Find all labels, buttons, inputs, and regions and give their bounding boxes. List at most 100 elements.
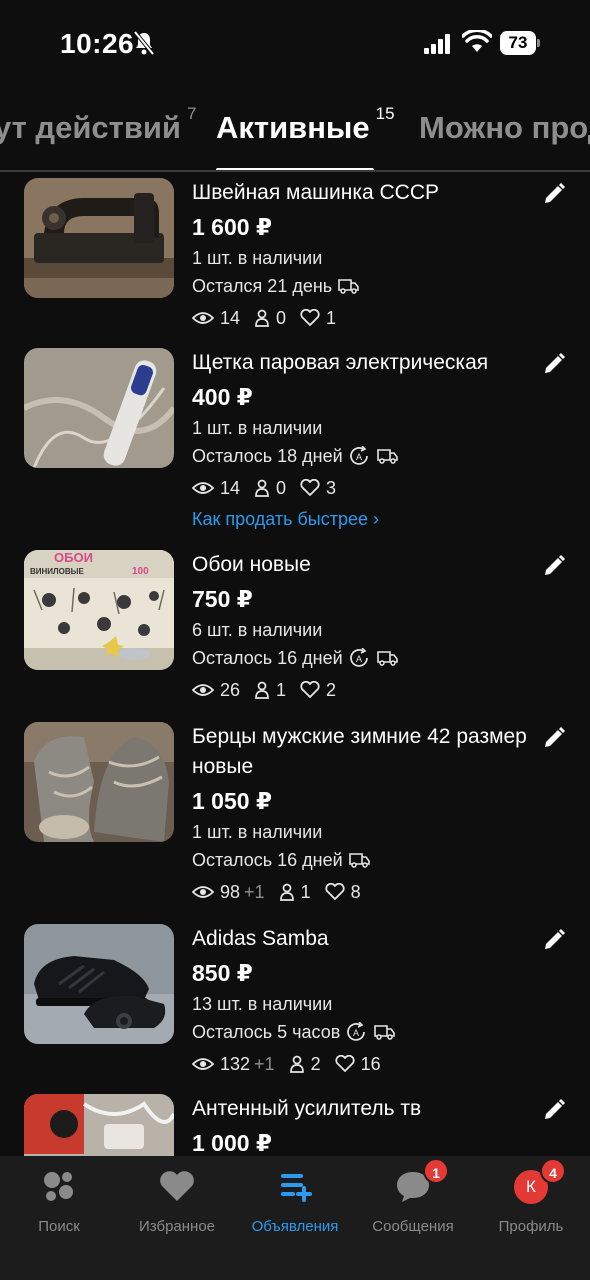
favorites-count: 1 xyxy=(326,308,337,328)
listing-price: 1 600 ₽ xyxy=(192,214,272,240)
listing-thumbnail[interactable] xyxy=(24,924,174,1044)
edit-pencil-icon[interactable] xyxy=(542,182,566,206)
listing-thumbnail[interactable] xyxy=(24,1094,174,1156)
eye-icon xyxy=(192,886,214,898)
status-bar: 10:26 73 xyxy=(0,0,590,90)
edit-pencil-icon[interactable] xyxy=(542,1098,566,1122)
heart-icon xyxy=(335,1055,355,1072)
nav-label: Сообщения xyxy=(372,1218,454,1235)
how-to-sell-faster-link[interactable]: Как продать быстрее › xyxy=(192,504,542,534)
link-label: Как продать быстрее xyxy=(192,509,369,529)
eye-icon xyxy=(192,312,214,324)
views-count: 132 xyxy=(220,1054,251,1074)
listing-title: Adidas Samba xyxy=(192,927,329,950)
edit-pencil-icon[interactable] xyxy=(542,928,566,952)
listing-title: Берцы мужские зимние 42 размер новые xyxy=(192,725,527,778)
nav-label: Избранное xyxy=(138,1218,216,1235)
battery-level: 73 xyxy=(500,31,536,55)
listing-stats: 132 +1 2 16 xyxy=(192,1050,542,1078)
favorites-count: 16 xyxy=(360,1054,381,1074)
profile-avatar: К 4 xyxy=(472,1158,590,1206)
nav-label: Профиль xyxy=(498,1218,564,1235)
listing-item[interactable]: Антенный усилитель тв 1 000 ₽ xyxy=(0,1094,590,1156)
person-icon xyxy=(279,883,294,901)
time-left-label: Осталось 5 часов xyxy=(192,1022,341,1042)
nav-profile[interactable]: К 4 Профиль xyxy=(472,1158,590,1235)
contacts-count: 0 xyxy=(276,478,287,498)
person-icon xyxy=(255,309,269,327)
views-delta: +1 xyxy=(254,1054,275,1074)
auto-renew-icon: A xyxy=(349,648,368,667)
eye-icon xyxy=(192,684,214,696)
edit-pencil-icon[interactable] xyxy=(542,726,566,750)
person-icon xyxy=(255,479,269,497)
listing-price: 850 ₽ xyxy=(192,960,253,986)
time-left-label: Осталось 16 дней xyxy=(192,850,343,870)
listing-stock: 1 шт. в наличии xyxy=(192,822,323,842)
listing-time-left: Осталось 5 часов A xyxy=(192,1018,542,1046)
delivery-truck-icon xyxy=(376,651,398,666)
listing-thumbnail[interactable] xyxy=(24,178,174,298)
nav-messages[interactable]: 1 Сообщения xyxy=(354,1158,472,1235)
listing-item[interactable]: Швейная машинка СССР 1 600 ₽ 1 шт. в нал… xyxy=(0,178,590,338)
time-left-label: Осталось 16 дней xyxy=(192,648,343,668)
views-count: 14 xyxy=(220,478,241,498)
listing-thumbnail[interactable]: ОБОИ ВИНИЛОВЫЕ 100 xyxy=(24,550,174,670)
tab-can-sell[interactable]: Можно прод xyxy=(419,110,590,146)
listing-thumbnail[interactable] xyxy=(24,722,174,842)
heart-icon xyxy=(300,309,320,326)
favorites-count: 8 xyxy=(350,882,361,902)
tab-label: Активные xyxy=(216,110,370,145)
nav-search[interactable]: Поиск xyxy=(0,1166,118,1235)
heart-icon xyxy=(157,1166,197,1206)
listing-stock: 6 шт. в наличии xyxy=(192,620,323,640)
nav-favorites[interactable]: Избранное xyxy=(118,1166,236,1235)
listing-stock: 1 шт. в наличии xyxy=(192,418,323,438)
listing-item[interactable]: Adidas Samba 850 ₽ 13 шт. в наличии Оста… xyxy=(0,924,590,1084)
time-left-label: Остался 21 день xyxy=(192,276,333,296)
battery-icon: 73 xyxy=(500,31,540,55)
listing-title: Щетка паровая электрическая xyxy=(192,351,489,374)
views-count: 14 xyxy=(220,308,241,328)
person-icon xyxy=(289,1055,304,1073)
listing-title: Швейная машинка СССР xyxy=(192,181,440,204)
heart-icon xyxy=(300,479,320,496)
listing-title: Антенный усилитель тв xyxy=(192,1097,422,1120)
svg-text:A: A xyxy=(356,654,362,664)
favorites-count: 2 xyxy=(326,680,337,700)
tab-active[interactable]: Активные 15 xyxy=(216,104,395,146)
listing-item[interactable]: Щетка паровая электрическая 400 ₽ 1 шт. … xyxy=(0,348,590,538)
listing-stats: 26 1 2 xyxy=(192,676,542,704)
delivery-truck-icon xyxy=(348,853,370,868)
edit-pencil-icon[interactable] xyxy=(542,352,566,376)
listing-stats: 14 0 1 xyxy=(192,304,542,332)
listing-item[interactable]: Берцы мужские зимние 42 размер новые 1 0… xyxy=(0,722,590,912)
nav-label: Объявления xyxy=(251,1218,339,1235)
contacts-count: 0 xyxy=(276,308,287,328)
nav-listings[interactable]: Объявления xyxy=(236,1166,354,1235)
person-icon xyxy=(255,681,269,699)
tab-awaiting-action[interactable]: ут действий 7 xyxy=(0,104,196,146)
time-left-label: Осталось 18 дней xyxy=(192,446,343,466)
heart-icon xyxy=(325,883,345,900)
svg-text:A: A xyxy=(353,1028,359,1038)
listing-thumbnail[interactable] xyxy=(24,348,174,468)
listing-time-left: Осталось 16 дней xyxy=(192,846,542,874)
favorites-count: 3 xyxy=(326,478,337,498)
bell-muted-icon xyxy=(133,30,155,56)
tab-label: ут действий xyxy=(0,110,181,145)
auto-renew-icon: A xyxy=(349,446,368,465)
listing-price: 400 ₽ xyxy=(192,384,253,410)
delivery-truck-icon xyxy=(374,1025,396,1040)
views-delta: +1 xyxy=(244,882,265,902)
delivery-truck-icon xyxy=(338,279,359,294)
wifi-icon xyxy=(462,30,492,52)
listing-item[interactable]: ОБОИ ВИНИЛОВЫЕ 100 Обои новые 750 ₽ 6 шт… xyxy=(0,550,590,710)
tab-count: 15 xyxy=(375,103,395,123)
listing-time-left: Осталось 18 дней A xyxy=(192,442,542,470)
listing-time-left: Остался 21 день xyxy=(192,272,542,300)
eye-icon xyxy=(192,1058,214,1070)
edit-pencil-icon[interactable] xyxy=(542,554,566,578)
listing-price: 1 050 ₽ xyxy=(192,788,272,814)
svg-text:A: A xyxy=(356,452,362,462)
